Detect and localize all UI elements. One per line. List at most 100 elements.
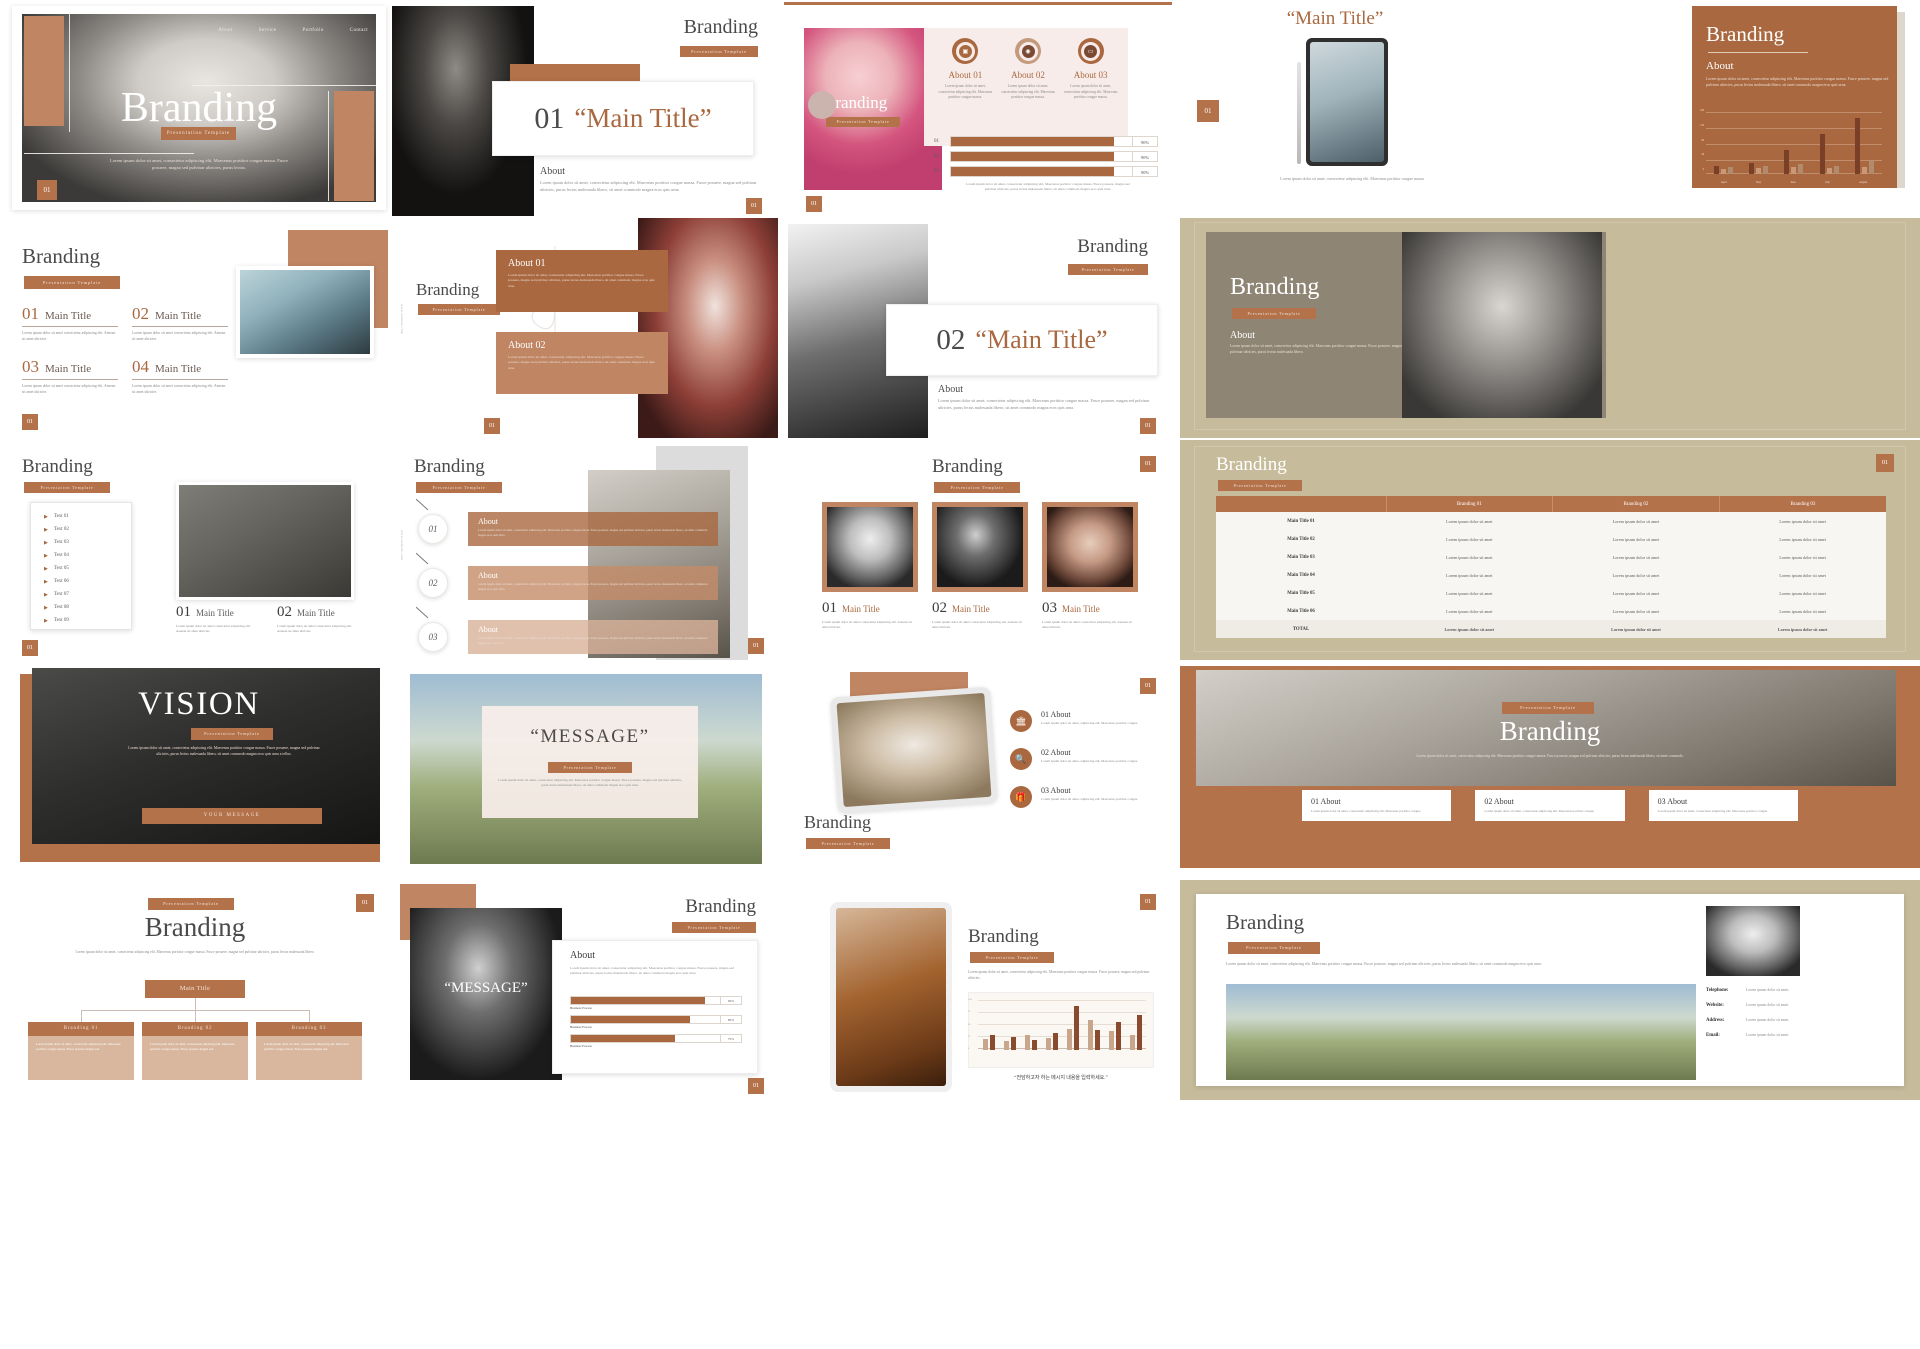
slide-19-org-chart[interactable]: Presentation Template Branding 01 Lorem … <box>0 880 390 1100</box>
slide-07-about-blocks[interactable]: Branding Presentation Template www.websi… <box>392 218 778 438</box>
slide-04-tablet[interactable]: “Main Title” 01 Lorem ipsum dolor sit am… <box>1180 0 1490 212</box>
step[interactable]: About Lorem ipsum dolor sit amet, consec… <box>415 552 718 600</box>
contact-row[interactable]: Website: Lorem ipsum dolor sit amet. <box>1706 1003 1896 1018</box>
template-badge[interactable]: Presentation Template <box>680 46 758 57</box>
org-node[interactable]: Branding 02 Lorem ipsum dolor sit amet, … <box>142 1022 248 1080</box>
slide-16-message[interactable]: “MESSAGE” Presentation Template Lorem ip… <box>410 674 762 864</box>
list-items[interactable]: ▶ Text 01 ▶ Text 02 ▶ Text 03 ▶ Text 04 … <box>44 510 132 627</box>
template-badge[interactable]: Presentation Template <box>418 304 500 315</box>
item[interactable]: 04 Main Title Lorem ipsum dolor sit amet… <box>132 357 228 395</box>
list-item[interactable]: ▶ Text 07 <box>44 588 132 601</box>
about-card[interactable]: ▭ About 03 Lorem ipsum dolor sit amet, c… <box>1059 34 1122 142</box>
list-item[interactable]: ▶ Text 01 <box>44 510 132 523</box>
icon-item[interactable]: 🏛 01 About Lorem ipsum dolor sit amet, a… <box>1010 710 1154 732</box>
item[interactable]: 03 Main Title Lorem ipsum dolor sit amet… <box>22 357 118 395</box>
step[interactable]: About Lorem ipsum dolor sit amet, consec… <box>415 606 718 654</box>
template-badge[interactable]: Presentation Template <box>1218 480 1302 491</box>
template-badge[interactable]: Presentation Template <box>1068 264 1148 275</box>
item[interactable]: 01 Main Title Lorem ipsum dolor sit amet… <box>176 604 261 635</box>
table-row[interactable]: Main Title 04 Lorem ipsum dolor sit amet… <box>1216 566 1886 584</box>
contact-row[interactable]: Address: Lorem ipsum dolor sit amet. <box>1706 1018 1896 1033</box>
icon-item[interactable]: 🔍 02 About Lorem ipsum dolor sit amet, a… <box>1010 748 1154 770</box>
list-item[interactable]: ▶ Text 04 <box>44 549 132 562</box>
table-row[interactable]: Main Title 03 Lorem ipsum dolor sit amet… <box>1216 548 1886 566</box>
list-item[interactable]: ▶ Text 05 <box>44 562 132 575</box>
slide-18-brown-hero[interactable]: Presentation Template Branding Lorem ips… <box>1180 666 1920 868</box>
item[interactable]: 02 Main Title Lorem ipsum dolor sit amet… <box>277 604 362 635</box>
contact-row[interactable]: Email: Lorem ipsum dolor sit amet. <box>1706 1033 1896 1048</box>
card[interactable]: 03 About Lorem ipsum dolor sit amet, con… <box>1648 790 1798 822</box>
data-table[interactable]: Branding 01 Branding 02 Branding 03 Main… <box>1216 496 1886 638</box>
template-badge[interactable]: Presentation Template <box>1228 942 1320 954</box>
template-badge[interactable]: Presentation Template <box>1232 308 1316 319</box>
card[interactable]: 02 About Lorem ipsum dolor sit amet, con… <box>1475 790 1625 822</box>
template-badge[interactable]: Presentation Template <box>806 838 890 849</box>
progress-row[interactable]: 70% Business Process <box>570 1034 742 1048</box>
template-badge[interactable]: Presentation Template <box>416 482 502 493</box>
list-item[interactable]: ▶ Text 02 <box>44 523 132 536</box>
card[interactable]: 01 About Lorem ipsum dolor sit amet, con… <box>1302 790 1452 822</box>
about-block[interactable]: About 01 Lorem ipsum dolor sit amet, con… <box>496 250 668 312</box>
slide-14-table[interactable]: Branding Presentation Template 01 Brandi… <box>1180 440 1920 660</box>
org-node[interactable]: Branding 03 Lorem ipsum dolor sit amet, … <box>256 1022 362 1080</box>
about-card[interactable]: ▣ About 01 Lorem ipsum dolor sit amet, c… <box>934 34 997 142</box>
icon-item[interactable]: 🎁 03 About Lorem ipsum dolor sit amet, a… <box>1010 786 1154 808</box>
nav-item-about[interactable]: About <box>218 27 233 33</box>
slide-06-four-items[interactable]: Branding Presentation Template 01 Main T… <box>0 218 390 438</box>
slide-10-text-list[interactable]: Branding Presentation Template ▶ Text 01… <box>0 440 390 660</box>
template-badge[interactable]: Presentation Template <box>548 762 632 773</box>
list-item[interactable]: ▶ Text 06 <box>44 575 132 588</box>
list-item[interactable]: ▶ Text 09 <box>44 614 132 627</box>
item[interactable]: 01 Main Title Lorem ipsum dolor sit amet… <box>22 304 118 342</box>
template-badge[interactable]: Presentation Template <box>24 482 110 493</box>
template-badge[interactable]: Presentation Template <box>970 952 1054 963</box>
progress-row[interactable]: 02 90% <box>934 151 1158 162</box>
slide-17-tablet-items[interactable]: 01 Branding Presentation Template 🏛 01 A… <box>782 668 1170 868</box>
table-row[interactable]: Main Title 02 Lorem ipsum dolor sit amet… <box>1216 530 1886 548</box>
hero-nav[interactable]: About Service Portfolio Contact <box>218 27 368 33</box>
slide-22-contact[interactable]: Branding Presentation Template Lorem ips… <box>1180 880 1920 1100</box>
nav-item-portfolio[interactable]: Portfolio <box>302 27 323 33</box>
card[interactable]: 02 Main Title Lorem ipsum dolor sit amet… <box>932 502 1028 631</box>
nav-item-service[interactable]: Service <box>259 27 277 33</box>
slide-03-about-cards[interactable]: Branding Presentation Template ▣ About 0… <box>784 0 1172 212</box>
slide-21-tablet-chart[interactable]: 01 Branding Presentation Template Lorem … <box>782 880 1170 1100</box>
list-item[interactable]: ▶ Text 08 <box>44 601 132 614</box>
contact-row[interactable]: Telephone: Lorem ipsum dolor sit amet. <box>1706 988 1896 1003</box>
slide-02-main-title[interactable]: Branding Presentation Template 01 “Main … <box>392 6 778 216</box>
slide-12-timeline[interactable]: Branding Presentation Template www.websi… <box>392 440 778 660</box>
org-root-node[interactable]: Main Title <box>145 980 245 998</box>
nav-item-contact[interactable]: Contact <box>350 27 368 33</box>
slide-05-chart[interactable]: Branding About Lorem ipsum dolor sit ame… <box>1490 0 1920 212</box>
slide-20-message-bars[interactable]: Branding Presentation Template “MESSAGE”… <box>392 880 778 1100</box>
card[interactable]: 03 Main Title Lorem ipsum dolor sit amet… <box>1042 502 1138 631</box>
hero-template-badge[interactable]: Presentation Template <box>161 127 236 140</box>
progress-row[interactable]: 80% Business Process <box>570 1015 742 1029</box>
step[interactable]: About Lorem ipsum dolor sit amet, consec… <box>415 498 718 546</box>
slide-01-hero[interactable]: About Service Portfolio Contact Branding… <box>12 6 386 210</box>
template-badge-top[interactable]: Presentation Template <box>148 898 234 910</box>
progress-row[interactable]: 90% Business Process <box>570 996 742 1010</box>
about-card[interactable]: ◉ About 02 Lorem ipsum dolor sit amet, c… <box>997 34 1060 142</box>
list-item[interactable]: ▶ Text 03 <box>44 536 132 549</box>
item[interactable]: 02 Main Title Lorem ipsum dolor sit amet… <box>132 304 228 342</box>
about-block[interactable]: About 02 Lorem ipsum dolor sit amet, con… <box>496 332 668 394</box>
card[interactable]: 01 Main Title Lorem ipsum dolor sit amet… <box>822 502 918 631</box>
table-row[interactable]: Main Title 05 Lorem ipsum dolor sit amet… <box>1216 584 1886 602</box>
slide-15-vision[interactable]: VISION Presentation Template Lorem ipsum… <box>12 668 386 868</box>
slide-08-main-title-2[interactable]: Branding Presentation Template 02 “Main … <box>782 218 1170 438</box>
progress-row[interactable]: 01 90% <box>934 136 1158 147</box>
template-badge[interactable]: Presentation Template <box>191 728 273 740</box>
template-badge[interactable]: Presentation Template <box>672 922 756 933</box>
template-badge-top[interactable]: Presentation Template <box>1502 702 1594 714</box>
slide-13-three-cards[interactable]: Branding Presentation Template 01 01 Mai… <box>782 440 1170 660</box>
slide-09-taupe[interactable]: Branding Presentation Template About Lor… <box>1180 218 1920 438</box>
template-badge[interactable]: Presentation Template <box>24 276 120 289</box>
org-node[interactable]: Branding 01 Lorem ipsum dolor sit amet, … <box>28 1022 134 1080</box>
table-total-row[interactable]: TOTAL Lorem ipsum dolor sit amet Lorem i… <box>1216 620 1886 638</box>
table-row[interactable]: Main Title 01 Lorem ipsum dolor sit amet… <box>1216 512 1886 530</box>
table-row[interactable]: Main Title 06 Lorem ipsum dolor sit amet… <box>1216 602 1886 620</box>
template-badge[interactable]: Presentation Template <box>826 117 900 127</box>
template-badge[interactable]: Presentation Template <box>934 482 1020 493</box>
progress-row[interactable]: 03 90% <box>934 166 1158 177</box>
